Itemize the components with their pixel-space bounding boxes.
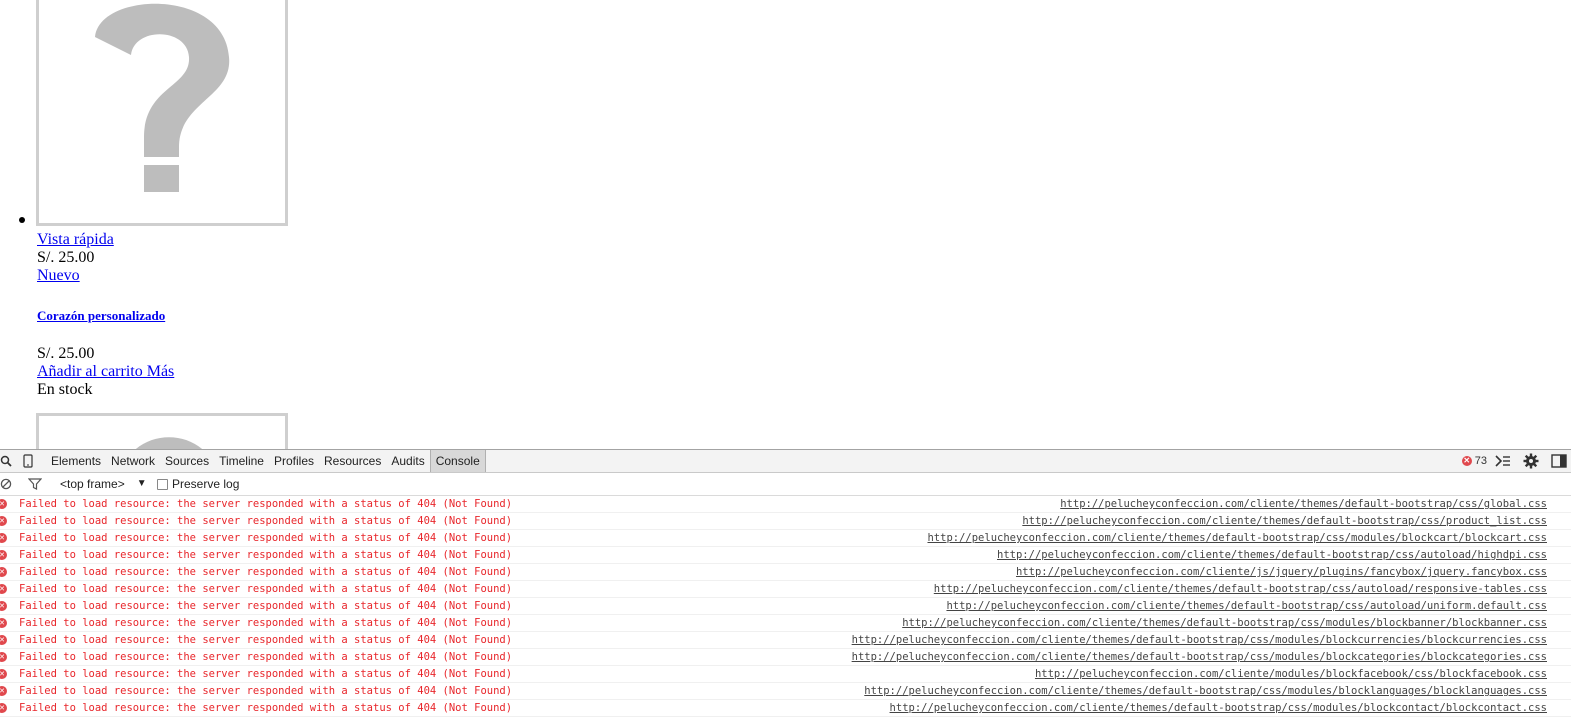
dropdown-arrow-icon: ▼ [136,478,147,489]
product-name-link[interactable]: Corazón personalizado [37,307,165,325]
devtools-panel: Elements Network Sources Timeline Profil… [0,449,1571,718]
console-message-text: Failed to load resource: the server resp… [19,685,513,697]
devtools-toolbar-right: ✕ 73 [1461,450,1571,472]
preserve-log-option[interactable]: Preserve log [157,476,239,492]
error-icon: ✕ [0,618,7,628]
error-count-badge[interactable]: ✕ 73 [1461,455,1487,467]
devtools-toolbar: Elements Network Sources Timeline Profil… [0,449,1571,473]
error-icon: ✕ [0,635,7,645]
question-mark-icon [136,437,202,449]
error-icon: ✕ [0,499,7,509]
console-message-row: ✕ Failed to load resource: the server res… [0,649,1571,666]
console-source-link[interactable]: http://pelucheyconfeccion.com/cliente/th… [864,683,1547,699]
console-message-row: ✕ Failed to load resource: the server res… [0,632,1571,649]
frame-selector[interactable]: <top frame> ▼ [60,476,147,492]
console-message-text: Failed to load resource: the server resp… [19,549,513,561]
product-price-2: S/. 25.00 [37,345,95,362]
new-link[interactable]: Nuevo [37,267,80,285]
console-source-link[interactable]: http://pelucheyconfeccion.com/cliente/mo… [1035,666,1547,682]
web-page: Vista rápida S/. 25.00 Nuevo Corazón per… [0,0,1571,449]
question-mark-icon [95,3,230,192]
list-bullet [19,217,25,223]
dock-side-icon[interactable] [1551,454,1567,468]
console-message-text: Failed to load resource: the server resp… [19,498,513,510]
console-message-text: Failed to load resource: the server resp… [19,634,513,646]
frame-selector-value: <top frame> [60,477,125,491]
console-message-row: ✕ Failed to load resource: the server res… [0,700,1571,717]
console-source-link[interactable]: http://pelucheyconfeccion.com/cliente/th… [1060,496,1547,512]
drawer-toggle-icon[interactable] [1495,455,1511,467]
console-source-link[interactable]: http://pelucheyconfeccion.com/cliente/th… [1022,513,1547,529]
console-messages: ✕ Failed to load resource: the server res… [0,496,1571,717]
error-icon: ✕ [0,601,7,611]
error-icon: ✕ [0,652,7,662]
error-icon: ✕ [0,584,7,594]
console-source-link[interactable]: http://pelucheyconfeccion.com/cliente/th… [902,615,1547,631]
tab-sources[interactable]: Sources [160,450,214,472]
error-icon: ✕ [0,703,7,713]
devtools-tabs: Elements Network Sources Timeline Profil… [46,450,486,472]
preserve-log-checkbox[interactable] [157,478,168,490]
console-message-row: ✕ Failed to load resource: the server res… [0,615,1571,632]
console-message-text: Failed to load resource: the server resp… [19,515,513,527]
tab-resources[interactable]: Resources [319,450,386,472]
console-message-row: ✕ Failed to load resource: the server res… [0,564,1571,581]
tab-profiles[interactable]: Profiles [269,450,319,472]
console-message-row: ✕ Failed to load resource: the server res… [0,598,1571,615]
console-message-text: Failed to load resource: the server resp… [19,668,513,680]
console-source-link[interactable]: http://pelucheyconfeccion.com/cliente/th… [890,700,1547,716]
stock-status: En stock [37,381,93,398]
tab-network[interactable]: Network [106,450,160,472]
console-message-row: ✕ Failed to load resource: the server res… [0,513,1571,530]
console-message-row: ✕ Failed to load resource: the server res… [0,530,1571,547]
product-image-placeholder-2[interactable] [36,413,288,449]
product-price: S/. 25.00 [37,249,95,266]
console-source-link[interactable]: http://pelucheyconfeccion.com/cliente/th… [934,581,1547,597]
console-message-row: ✕ Failed to load resource: the server res… [0,547,1571,564]
console-source-link[interactable]: http://pelucheyconfeccion.com/cliente/th… [852,649,1547,665]
console-message-text: Failed to load resource: the server resp… [19,617,513,629]
device-mode-icon[interactable] [22,453,34,469]
error-icon: ✕ [0,669,7,679]
clear-console-icon[interactable] [0,476,12,492]
settings-gear-icon[interactable] [1523,453,1539,469]
filter-icon[interactable] [28,476,42,492]
error-icon: ✕ [0,567,7,577]
inspect-search-icon[interactable] [0,453,12,469]
console-source-link[interactable]: http://pelucheyconfeccion.com/cliente/th… [997,547,1547,563]
tab-elements[interactable]: Elements [46,450,106,472]
console-source-link[interactable]: http://pelucheyconfeccion.com/cliente/th… [927,530,1547,546]
console-source-link[interactable]: http://pelucheyconfeccion.com/cliente/th… [946,598,1547,614]
console-message-text: Failed to load resource: the server resp… [19,600,513,612]
product-image-placeholder[interactable] [36,0,288,226]
error-icon: ✕ [0,686,7,696]
error-icon: ✕ [0,550,7,560]
console-message-text: Failed to load resource: the server resp… [19,702,513,714]
console-source-link[interactable]: http://pelucheyconfeccion.com/cliente/js… [1016,564,1547,580]
tab-console[interactable]: Console [429,450,486,472]
add-to-cart-link[interactable]: Añadir al carrito Más [37,363,174,381]
console-message-text: Failed to load resource: the server resp… [19,566,513,578]
error-icon: ✕ [1461,456,1472,466]
console-message-row: ✕ Failed to load resource: the server res… [0,496,1571,513]
error-count: 73 [1474,455,1487,467]
console-message-text: Failed to load resource: the server resp… [19,651,513,663]
console-source-link[interactable]: http://pelucheyconfeccion.com/cliente/th… [852,632,1547,648]
tab-audits[interactable]: Audits [386,450,429,472]
quick-view-link[interactable]: Vista rápida [37,231,114,249]
error-icon: ✕ [0,533,7,543]
console-message-row: ✕ Failed to load resource: the server res… [0,666,1571,683]
preserve-log-label: Preserve log [172,477,240,491]
console-message-row: ✕ Failed to load resource: the server res… [0,683,1571,700]
console-message-row: ✕ Failed to load resource: the server res… [0,581,1571,598]
console-message-text: Failed to load resource: the server resp… [19,583,513,595]
console-message-text: Failed to load resource: the server resp… [19,532,513,544]
console-filter-bar: <top frame> ▼ Preserve log [0,473,1571,496]
error-icon: ✕ [0,516,7,526]
tab-timeline[interactable]: Timeline [214,450,269,472]
